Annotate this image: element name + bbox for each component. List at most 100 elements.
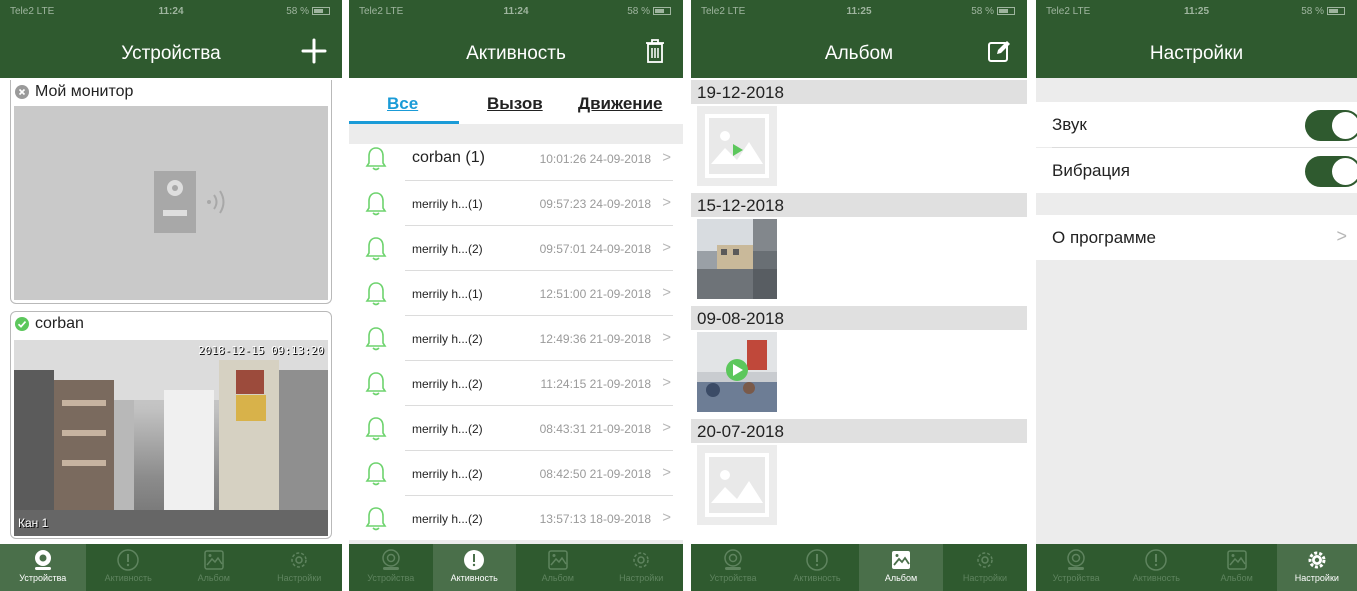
list-item[interactable]: corban (1) 10:01:26 24-09-2018 > — [349, 136, 683, 181]
status-bar: Tele2 LTE 11:25 58 % — [691, 0, 1027, 24]
album-screen: Tele2 LTE 11:25 58 % Альбом 19-12-2018 1… — [691, 0, 1027, 591]
gear-tab-icon — [1308, 551, 1326, 569]
edit-button[interactable] — [985, 37, 1013, 65]
bell-icon — [365, 237, 387, 261]
channel-label: Кан 1 — [18, 516, 49, 530]
tab-devices[interactable]: Устройства — [0, 544, 86, 591]
activity-time: 12:49:36 21-09-2018 — [539, 332, 651, 346]
battery-indicator: 58 % — [286, 6, 330, 17]
battery-indicator: 58 % — [1301, 6, 1345, 17]
chevron-right-icon: > — [662, 419, 671, 436]
album-tab-icon — [548, 550, 568, 570]
chevron-right-icon: > — [662, 509, 671, 526]
tab-bar: Устройства Активность Альбом Настройки — [0, 544, 342, 591]
battery-icon — [653, 7, 671, 16]
about-row[interactable]: О программе > — [1036, 215, 1357, 260]
nav-bar: Устройства — [0, 24, 342, 78]
tab-devices[interactable]: Устройства — [1036, 544, 1116, 591]
trash-icon — [646, 39, 664, 63]
battery-percent: 58 % — [286, 6, 309, 17]
activity-time: 09:57:23 24-09-2018 — [539, 197, 651, 211]
list-item[interactable]: merrily h...(2) 13:57:13 18-09-2018 > — [349, 496, 683, 541]
activity-name: merrily h...(1) — [412, 197, 483, 211]
tab-settings[interactable]: Настройки — [943, 544, 1027, 591]
tab-label: Альбом — [541, 573, 574, 583]
tab-activity[interactable]: Активность — [1116, 544, 1196, 591]
tab-label: Активность — [1132, 573, 1180, 583]
tab-album[interactable]: Альбом — [516, 544, 600, 591]
bell-icon — [365, 462, 387, 486]
alert-tab-icon — [464, 550, 485, 570]
alert-tab-icon — [1145, 549, 1168, 571]
add-device-button[interactable] — [300, 37, 328, 65]
settings-spacer — [1036, 193, 1357, 215]
tab-album[interactable]: Альбом — [171, 544, 257, 591]
tab-label: Альбом — [884, 573, 918, 583]
album-thumb-photo[interactable] — [697, 219, 777, 299]
tab-label: Настройки — [962, 573, 1008, 583]
tab-settings[interactable]: Настройки — [1276, 544, 1357, 591]
chevron-right-icon: > — [662, 149, 671, 166]
bell-icon — [365, 417, 387, 441]
vibration-toggle[interactable] — [1305, 156, 1357, 187]
list-item[interactable]: merrily h...(2) 11:24:15 21-09-2018 > — [349, 361, 683, 406]
list-item[interactable]: merrily h...(2) 08:42:50 21-09-2018 > — [349, 451, 683, 496]
chevron-right-icon: > — [662, 464, 671, 481]
tab-album[interactable]: Альбом — [1197, 544, 1277, 591]
tab-settings[interactable]: Настройки — [600, 544, 684, 591]
tab-activity[interactable]: Активность — [432, 544, 516, 591]
edit-icon — [988, 41, 1010, 62]
chevron-right-icon: > — [1336, 226, 1347, 246]
gear-tab-icon — [291, 552, 307, 568]
filter-motion[interactable]: Движение — [578, 94, 662, 114]
chevron-right-icon: > — [662, 194, 671, 211]
camera-preview[interactable]: 2018-12-15 09:13:20 Кан 1 — [14, 340, 328, 536]
vibration-setting-row: Вибрация — [1036, 148, 1357, 193]
list-item[interactable]: merrily h...(2) 09:57:01 24-09-2018 > — [349, 226, 683, 271]
tab-devices[interactable]: Устройства — [349, 544, 433, 591]
album-thumb-image-placeholder[interactable] — [697, 445, 777, 525]
tab-devices[interactable]: Устройства — [691, 544, 775, 591]
video-placeholder-icon — [705, 114, 769, 178]
list-item[interactable]: merrily h...(2) 12:49:36 21-09-2018 > — [349, 316, 683, 361]
alert-tab-icon — [117, 549, 139, 571]
battery-indicator: 58 % — [971, 6, 1015, 17]
delete-button[interactable] — [641, 37, 669, 65]
tab-album[interactable]: Альбом — [859, 544, 943, 591]
activity-time: 09:57:01 24-09-2018 — [539, 242, 651, 256]
sound-setting-row: Звук — [1036, 102, 1357, 147]
device-card-my-monitor[interactable]: Мой монитор — [10, 80, 332, 304]
tab-label: Активность — [450, 573, 498, 583]
tab-settings[interactable]: Настройки — [257, 544, 343, 591]
device-header: corban — [11, 312, 331, 336]
camera-tab-icon — [382, 549, 400, 570]
album-thumb-video-placeholder[interactable] — [697, 106, 777, 186]
activity-name: merrily h...(2) — [412, 467, 483, 481]
bell-icon — [365, 147, 387, 171]
album-thumb-video[interactable] — [697, 332, 777, 412]
camera-tab-icon — [34, 550, 51, 570]
activity-name: merrily h...(2) — [412, 242, 483, 256]
device-card-corban[interactable]: corban 2018-12-15 09:13:20 Кан 1 — [10, 311, 332, 539]
filter-call[interactable]: Вызов — [487, 94, 543, 114]
chevron-right-icon: > — [662, 329, 671, 346]
device-preview[interactable] — [14, 106, 328, 300]
gear-tab-icon — [977, 552, 993, 568]
tab-label: Устройства — [1052, 573, 1100, 583]
tab-label: Устройства — [709, 573, 757, 583]
tab-activity[interactable]: Активность — [86, 544, 172, 591]
tab-label: Устройства — [19, 573, 67, 583]
list-item[interactable]: merrily h...(2) 08:43:31 21-09-2018 > — [349, 406, 683, 451]
tab-activity[interactable]: Активность — [775, 544, 859, 591]
sound-toggle[interactable] — [1305, 110, 1357, 141]
list-item[interactable]: merrily h...(1) 09:57:23 24-09-2018 > — [349, 181, 683, 226]
activity-name: merrily h...(2) — [412, 377, 483, 391]
filter-all[interactable]: Все — [387, 94, 418, 114]
tab-label: Активность — [104, 573, 152, 583]
list-item[interactable]: merrily h...(1) 12:51:00 21-09-2018 > — [349, 271, 683, 316]
online-status-icon — [15, 317, 29, 331]
alert-tab-icon — [806, 549, 828, 571]
activity-name: merrily h...(1) — [412, 287, 483, 301]
album-tab-icon — [204, 550, 224, 570]
nav-bar: Активность — [349, 24, 683, 78]
